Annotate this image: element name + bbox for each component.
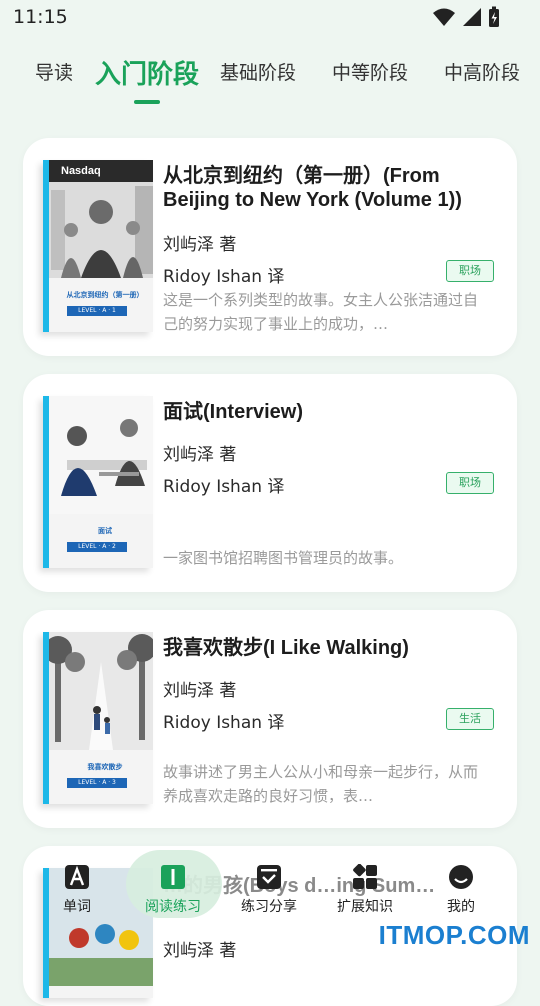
- book-description: 一家图书馆招聘图书管理员的故事。: [163, 549, 404, 567]
- nav-item-words[interactable]: 单词: [42, 864, 112, 916]
- nav-label: 阅读练习: [145, 899, 201, 915]
- book-title: 从北京到纽约（第一册）(From Beijing to New York (Vo…: [163, 165, 462, 211]
- nav-label: 练习分享: [241, 899, 297, 915]
- tab-guide[interactable]: 导读: [35, 58, 73, 85]
- cover-sign-text: Nasdaq: [61, 165, 101, 177]
- cover-title: 面试: [98, 527, 112, 535]
- category-tag: 职场: [446, 472, 494, 494]
- book-author: 刘屿泽 著: [163, 681, 237, 701]
- book-author: 刘屿泽 著: [163, 235, 237, 255]
- cover-level: LEVEL · A · 2: [67, 542, 127, 552]
- category-tag: 职场: [446, 260, 494, 282]
- book-title: 我喜欢散步(I Like Walking): [163, 637, 409, 659]
- active-tab-indicator: [134, 100, 160, 104]
- book-author: 刘屿泽 著: [163, 941, 237, 961]
- book-title: 面试(Interview): [163, 401, 304, 423]
- book-card[interactable]: Nasdaq 从北京到纽约（第一册） LEVEL · A · 1 从北京到纽约（…: [23, 138, 517, 356]
- grid-icon: [353, 864, 377, 889]
- cover-level: LEVEL · A · 3: [67, 778, 127, 788]
- nav-label: 单词: [63, 899, 91, 915]
- cover-illustration: [49, 396, 153, 514]
- book-translator: Ridoy Ishan 译: [163, 477, 285, 497]
- book-cover: 面试 LEVEL · A · 2: [43, 396, 153, 568]
- share-checkbox-icon: [257, 865, 281, 889]
- cover-level: LEVEL · A · 1: [67, 306, 127, 316]
- letter-a-icon: [65, 865, 89, 889]
- wifi-icon: [433, 8, 455, 26]
- smile-icon: [449, 865, 473, 889]
- nav-label: 扩展知识: [337, 899, 393, 915]
- nav-item-mine[interactable]: 我的: [426, 864, 496, 916]
- status-icons: [432, 6, 500, 28]
- book-cover: 我喜欢散步 LEVEL · A · 3: [43, 632, 153, 804]
- watermark: ITMOP.COM: [378, 920, 530, 950]
- cover-title: 从北京到纽约（第一册）: [66, 291, 144, 299]
- book-translator: Ridoy Ishan 译: [163, 267, 285, 287]
- tab-intermediate[interactable]: 中等阶段: [332, 58, 408, 85]
- tab-beginner[interactable]: 入门阶段: [95, 54, 199, 91]
- nav-item-practice-share[interactable]: 练习分享: [234, 864, 304, 916]
- book-card[interactable]: 面试 LEVEL · A · 2 面试(Interview) 刘屿泽 著 Rid…: [23, 374, 517, 592]
- nav-item-reading[interactable]: 阅读练习: [138, 864, 208, 916]
- tab-basic[interactable]: 基础阶段: [220, 58, 296, 85]
- stage-tabs: 导读 入门阶段 基础阶段 中等阶段 中高阶段: [0, 58, 540, 106]
- tab-upper-intermediate[interactable]: 中高阶段: [444, 58, 520, 85]
- battery-icon: [489, 6, 499, 27]
- category-tag: 生活: [446, 708, 494, 730]
- book-icon: [161, 865, 185, 889]
- book-cover: Nasdaq 从北京到纽约（第一册） LEVEL · A · 1: [43, 160, 153, 332]
- status-time: 11:15: [13, 6, 68, 28]
- book-description: 这是一个系列类型的故事。女主人公张洁通过自己的努力实现了事业上的成功，…: [163, 291, 479, 333]
- cover-illustration: [49, 632, 153, 750]
- signal-icon: [463, 8, 481, 26]
- book-card[interactable]: 我喜欢散步 LEVEL · A · 3 我喜欢散步(I Like Walking…: [23, 610, 517, 828]
- nav-label: 我的: [447, 899, 475, 915]
- status-bar: 11:15: [0, 0, 540, 36]
- book-description: 故事讲述了男主人公从小和母亲一起步行，从而养成喜欢走路的良好习惯，表…: [163, 763, 479, 805]
- book-translator: Ridoy Ishan 译: [163, 713, 285, 733]
- cover-title: 我喜欢散步: [87, 763, 123, 771]
- book-author: 刘屿泽 著: [163, 445, 237, 465]
- cover-illustration: [49, 160, 153, 278]
- nav-item-extended-knowledge[interactable]: 扩展知识: [330, 864, 400, 916]
